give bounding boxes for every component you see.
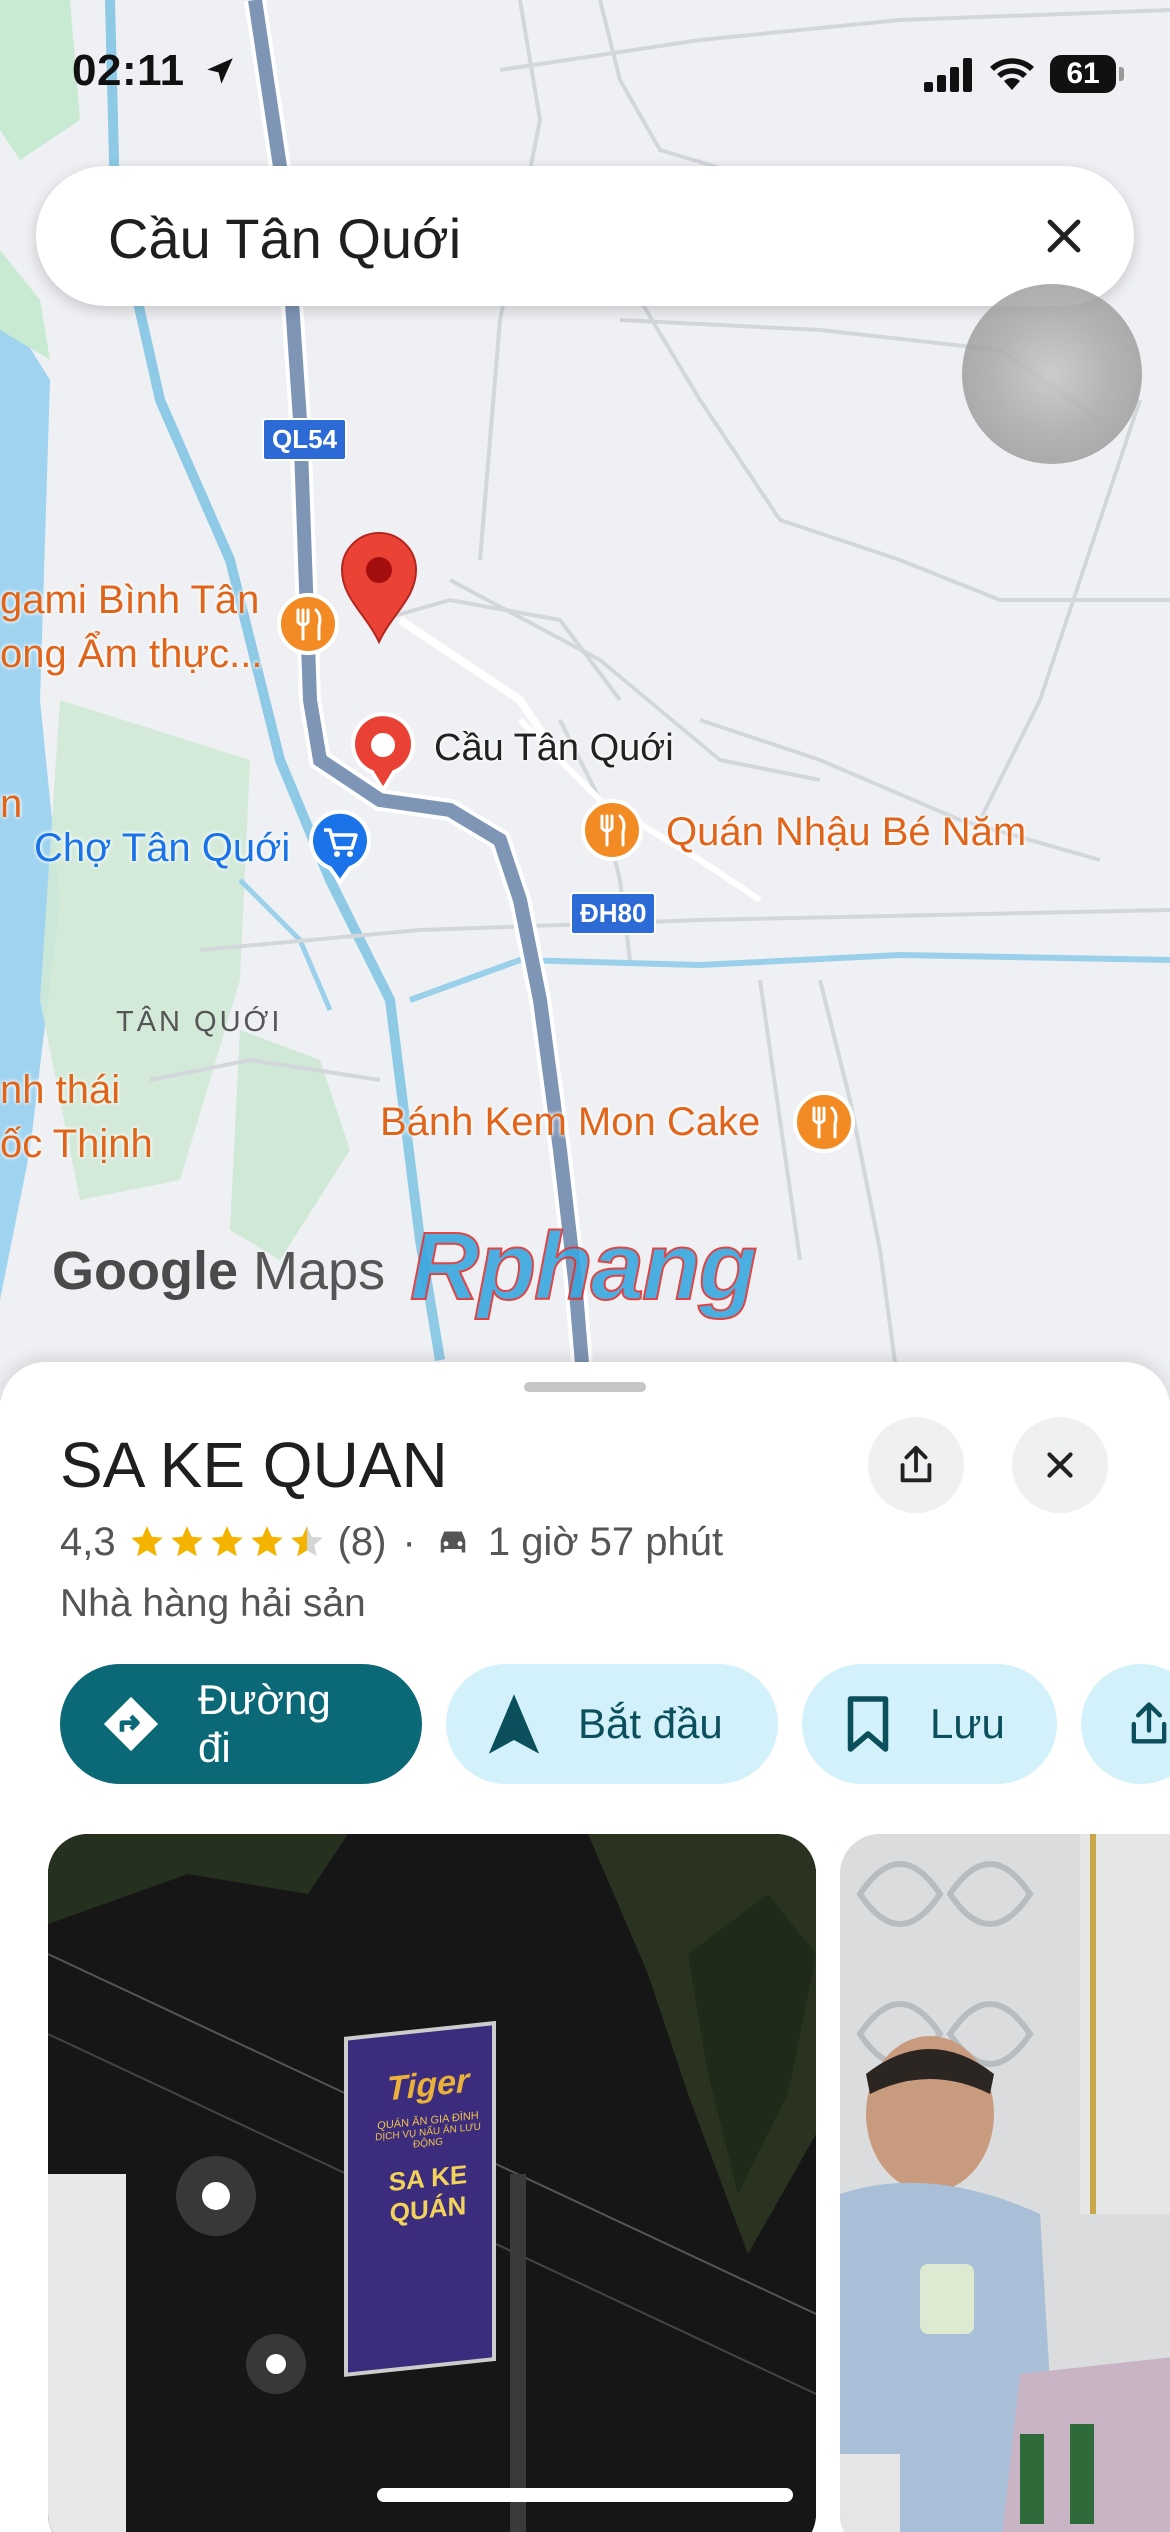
close-sheet-button[interactable] (1012, 1417, 1108, 1513)
place-pin-label[interactable]: Cầu Tân Quới (434, 727, 674, 770)
save-label: Lưu (930, 1700, 1005, 1747)
sign-name: SA KE QUÁN (388, 2158, 468, 2229)
google-maps-logo: Google Maps (52, 1241, 386, 1301)
cellular-signal-icon (924, 58, 972, 92)
poi-label-quan-nhau[interactable]: Quán Nhậu Bé Năm (666, 810, 1026, 855)
poi-label-am-thuc[interactable]: ong Ẩm thực... (0, 632, 262, 677)
watermark: Rphang (409, 1212, 758, 1321)
road-shield-ql54: QL54 (262, 418, 348, 461)
restaurant-marker-icon[interactable] (276, 592, 340, 656)
battery-indicator: 61 (1050, 55, 1124, 93)
drive-time: 1 giờ 57 phút (487, 1519, 724, 1564)
place-details-sheet[interactable]: SA KE QUAN 4,3 (8) · 1 giờ 57 phút Nhà h… (0, 1362, 1170, 2532)
review-count[interactable]: (8) (338, 1520, 387, 1565)
home-indicator[interactable] (377, 2488, 793, 2502)
car-icon (440, 1531, 466, 1553)
photo-restaurant-sign[interactable]: Tiger QUÁN ĂN GIA ĐÌNH DỊCH VỤ NẤU ĂN LƯ… (48, 1834, 816, 2532)
map-view[interactable]: 02:11 61 Cầu Tân Quới QL54 ĐH80 gami Bìn… (0, 0, 1170, 1400)
status-time: 02:11 (72, 46, 237, 96)
close-icon (1047, 219, 1081, 253)
navigation-arrow-icon (488, 1694, 540, 1754)
bookmark-icon (847, 1696, 889, 1752)
start-button[interactable]: Bắt đầu (446, 1664, 778, 1784)
rating-row: 4,3 (8) · 1 giờ 57 phút (60, 1512, 723, 1572)
action-chips: Đường đi Bắt đầu Lưu (60, 1664, 1170, 1784)
status-icons: 61 (924, 52, 1124, 96)
star-icon (210, 1526, 243, 1557)
share-icon (1131, 1702, 1167, 1744)
save-button[interactable]: Lưu (802, 1664, 1057, 1784)
restaurant-marker-icon[interactable] (580, 798, 644, 862)
separator-dot: · (402, 1519, 416, 1564)
status-bar: 02:11 61 (0, 0, 1170, 140)
share-button[interactable] (868, 1417, 964, 1513)
share-icon (900, 1445, 932, 1483)
star-rating (128, 1523, 326, 1561)
poi-label-sinh-thai[interactable]: nh thái (0, 1068, 120, 1113)
road-shield-dh80: ĐH80 (570, 892, 657, 935)
search-query[interactable]: Cầu Tân Quới (108, 206, 461, 271)
selected-location-pin-icon[interactable] (338, 530, 420, 646)
sheet-drag-handle[interactable] (524, 1382, 646, 1392)
place-marker-icon[interactable] (350, 712, 416, 792)
poi-label-cho-tan-quoi[interactable]: Chợ Tân Quới (34, 826, 290, 871)
shopping-cart-marker-icon[interactable] (308, 810, 372, 884)
share-chip-button[interactable] (1081, 1664, 1170, 1784)
restaurant-marker-icon[interactable] (792, 1090, 856, 1154)
diners-photo-graphic (840, 1834, 1170, 2532)
search-bar[interactable]: Cầu Tân Quới (36, 166, 1134, 306)
directions-button[interactable]: Đường đi (60, 1664, 422, 1784)
place-title: SA KE QUAN (60, 1429, 448, 1501)
location-arrow-icon (207, 58, 234, 84)
sign-text: Tiger QUÁN ĂN GIA ĐÌNH DỊCH VỤ NẤU ĂN LƯ… (366, 2059, 490, 2231)
star-icon (250, 1526, 283, 1557)
star-icon (170, 1526, 203, 1557)
poi-label-binh-tan[interactable]: gami Bình Tân (0, 578, 259, 623)
clear-search-button[interactable] (1032, 204, 1096, 268)
start-label: Bắt đầu (578, 1700, 723, 1747)
poi-label-loc-thinh[interactable]: ốc Thịnh (0, 1122, 153, 1167)
area-label: TÂN QUỚI (116, 1006, 283, 1038)
star-icon (130, 1526, 163, 1557)
directions-icon (103, 1696, 159, 1752)
place-category: Nhà hàng hải sản (60, 1582, 366, 1625)
rating-value: 4,3 (60, 1519, 116, 1564)
wifi-icon (990, 58, 1034, 90)
poi-label-banh-kem[interactable]: Bánh Kem Mon Cake (380, 1100, 760, 1145)
poi-label-n[interactable]: n (0, 782, 22, 827)
half-star-icon (290, 1526, 323, 1557)
directions-label: Đường đi (198, 1676, 331, 1771)
close-icon (1047, 1452, 1073, 1478)
touch-indicator (962, 284, 1142, 464)
photo-diners[interactable] (840, 1834, 1170, 2532)
